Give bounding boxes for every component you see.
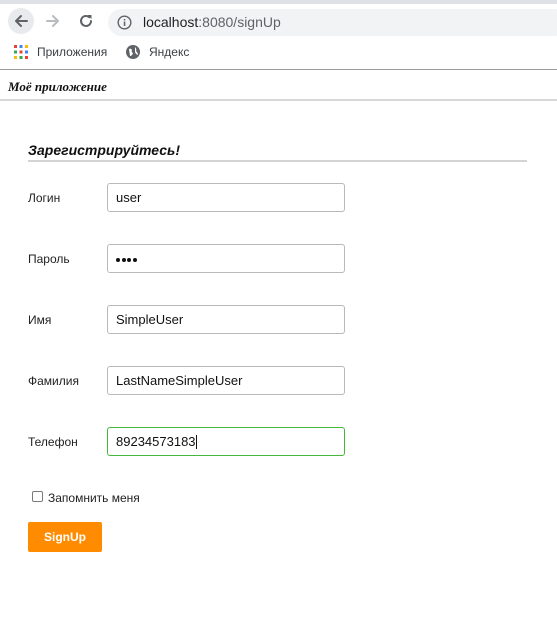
back-button[interactable]: [8, 8, 34, 34]
forward-arrow-icon: [46, 15, 59, 27]
forward-button[interactable]: [40, 8, 66, 34]
phone-value: 89234573183: [116, 434, 196, 449]
apps-grid-icon: [14, 45, 28, 59]
text-caret: [195, 435, 197, 449]
last-name-value: LastNameSimpleUser: [116, 373, 243, 388]
first-name-value: SimpleUser: [116, 312, 184, 327]
password-label: Пароль: [28, 252, 70, 266]
signup-button[interactable]: SignUp: [28, 522, 102, 552]
header-divider: [0, 99, 557, 101]
login-label: Логин: [28, 191, 61, 205]
login-value: user: [116, 190, 142, 205]
form-title: Зарегистрируйтесь!: [28, 142, 180, 158]
last-name-input[interactable]: LastNameSimpleUser: [107, 366, 345, 395]
bookmark-yandex[interactable]: Яндекс: [126, 44, 189, 60]
url-path: :8080/signUp: [198, 14, 281, 30]
bookmark-apps[interactable]: Приложения: [14, 44, 107, 60]
phone-text: 89234573183: [116, 435, 197, 449]
back-arrow-icon: [15, 15, 28, 27]
url-text[interactable]: localhost:8080/signUp: [143, 15, 281, 30]
page-top-divider: [0, 69, 557, 70]
remember-me-label[interactable]: Запомнить меня: [48, 491, 140, 505]
bookmark-apps-label: Приложения: [37, 45, 108, 59]
first-name-label: Имя: [28, 313, 52, 327]
password-input[interactable]: [107, 244, 345, 273]
last-name-label: Фамилия: [28, 374, 79, 388]
reload-icon: [80, 14, 92, 27]
first-name-input[interactable]: SimpleUser: [107, 305, 345, 334]
app-title: Моё приложение: [8, 79, 107, 94]
password-mask: [116, 258, 138, 262]
bookmarks-bar: Приложения Яндекс: [0, 37, 557, 67]
phone-label: Телефон: [28, 435, 78, 449]
bookmark-yandex-label: Яндекс: [149, 45, 190, 59]
globe-icon: [126, 45, 140, 59]
info-icon[interactable]: [117, 15, 132, 30]
reload-button[interactable]: [73, 8, 99, 34]
browser-toolbar: localhost:8080/signUp: [0, 4, 557, 37]
address-bar[interactable]: localhost:8080/signUp: [108, 9, 557, 36]
url-host: localhost: [143, 14, 199, 30]
remember-me-checkbox[interactable]: [32, 491, 43, 502]
login-input[interactable]: user: [107, 183, 345, 212]
form-title-divider: [28, 160, 527, 162]
phone-input[interactable]: 89234573183: [107, 427, 345, 456]
